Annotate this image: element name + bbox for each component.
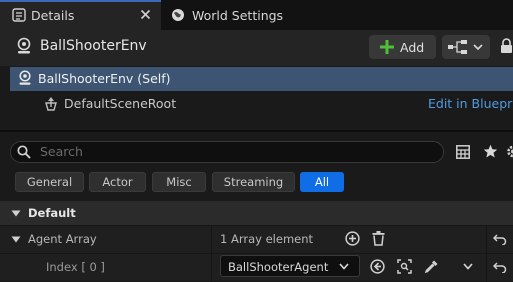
filter-general-button[interactable]: General bbox=[15, 172, 84, 192]
settings-gear-icon[interactable] bbox=[506, 144, 513, 159]
eyedropper-icon[interactable] bbox=[424, 259, 439, 274]
table-view-icon[interactable] bbox=[456, 145, 470, 159]
options-chevron-icon[interactable] bbox=[463, 263, 473, 270]
add-button-label: Add bbox=[400, 40, 425, 55]
tab-details-label: Details bbox=[31, 8, 75, 23]
filter-misc-button[interactable]: Misc bbox=[152, 172, 206, 192]
trash-icon[interactable] bbox=[372, 231, 385, 246]
array-expand-arrow-icon[interactable] bbox=[11, 236, 21, 243]
agent-array-count: 1 Array element bbox=[220, 232, 314, 246]
panel-divider bbox=[0, 130, 513, 132]
category-default-label: Default bbox=[28, 206, 76, 220]
category-default-row[interactable] bbox=[0, 201, 513, 225]
tab-world-settings-label: World Settings bbox=[192, 8, 284, 23]
use-selected-arrow-icon[interactable] bbox=[370, 259, 385, 274]
add-element-icon[interactable] bbox=[345, 231, 360, 246]
search-icon bbox=[17, 145, 31, 159]
search-placeholder: Search bbox=[40, 144, 83, 159]
component-self-label: BallShooterEnv (Self) bbox=[38, 71, 171, 86]
column-divider bbox=[211, 226, 212, 282]
actor-title: BallShooterEnv bbox=[40, 38, 147, 54]
filter-streaming-button[interactable]: Streaming bbox=[212, 172, 295, 192]
collapse-arrow-icon[interactable] bbox=[11, 210, 21, 217]
browse-to-asset-icon[interactable] bbox=[397, 259, 412, 274]
reset-index-icon[interactable] bbox=[493, 261, 507, 273]
favorite-star-icon[interactable] bbox=[483, 144, 498, 159]
add-plus-icon bbox=[380, 40, 394, 54]
filter-all-button[interactable]: All bbox=[300, 172, 344, 192]
globe-icon bbox=[171, 8, 185, 22]
blueprint-icon bbox=[448, 40, 468, 54]
reset-to-default-icon[interactable] bbox=[493, 233, 507, 245]
index-0-label: Index [ 0 ] bbox=[46, 260, 105, 274]
actor-icon bbox=[15, 37, 33, 55]
filter-actor-button[interactable]: Actor bbox=[89, 172, 146, 192]
actor-self-icon bbox=[17, 70, 33, 86]
close-tab-icon[interactable] bbox=[140, 9, 151, 20]
reset-column-divider bbox=[486, 226, 487, 282]
dropdown-chevron-icon bbox=[339, 263, 349, 270]
agent-array-label: Agent Array bbox=[28, 232, 97, 246]
component-scene-root-label[interactable]: DefaultSceneRoot bbox=[64, 96, 176, 111]
scene-root-icon bbox=[43, 96, 59, 112]
edit-in-blueprint-link[interactable]: Edit in Blueprint bbox=[428, 96, 513, 111]
agent-class-value: BallShooterAgent bbox=[228, 260, 329, 274]
lock-icon[interactable] bbox=[500, 38, 513, 54]
details-tab-icon bbox=[12, 8, 26, 22]
chevron-down-icon bbox=[473, 43, 483, 51]
